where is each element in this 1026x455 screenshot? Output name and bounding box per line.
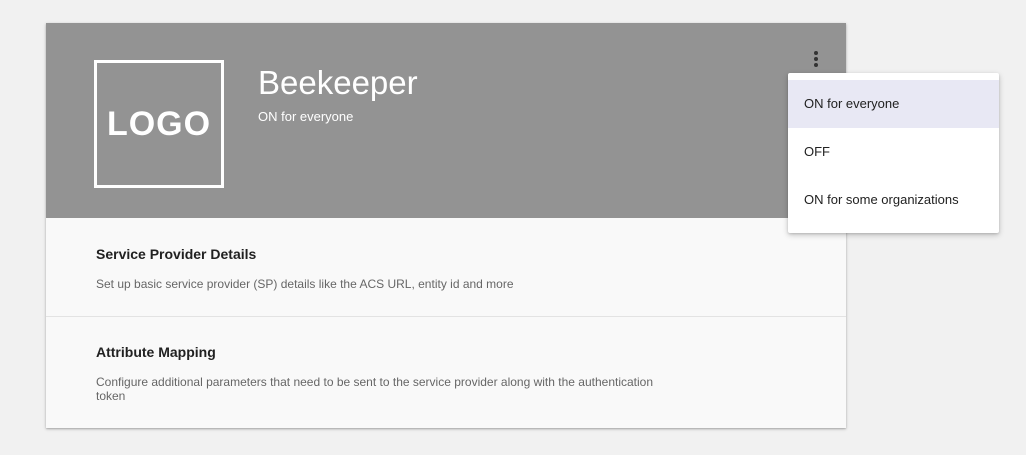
menu-item-off[interactable]: OFF [788,128,999,176]
menu-item-on-for-everyone[interactable]: ON for everyone [788,80,999,128]
more-vert-dot [814,63,818,67]
section-title: Attribute Mapping [96,344,216,360]
section-description: Set up basic service provider (SP) detai… [96,277,514,291]
app-logo: LOGO [94,60,224,188]
app-card: LOGO Beekeeper ON for everyone Service P… [46,23,846,428]
app-status: ON for everyone [258,109,354,124]
section-title: Service Provider Details [96,246,257,262]
more-vert-dot [814,51,818,55]
more-vert-icon[interactable] [806,47,826,71]
app-header: LOGO Beekeeper ON for everyone [46,23,846,218]
menu-item-on-for-some-organizations[interactable]: ON for some organizations [788,176,999,224]
logo-text: LOGO [106,104,212,143]
more-vert-dot [814,57,818,61]
attribute-mapping-section[interactable]: Attribute Mapping Configure additional p… [46,317,846,428]
section-description: Configure additional parameters that nee… [96,375,654,403]
service-provider-details-section[interactable]: Service Provider Details Set up basic se… [46,218,846,317]
app-title: Beekeeper [258,64,418,101]
status-menu: ON for everyone OFF ON for some organiza… [788,73,999,233]
